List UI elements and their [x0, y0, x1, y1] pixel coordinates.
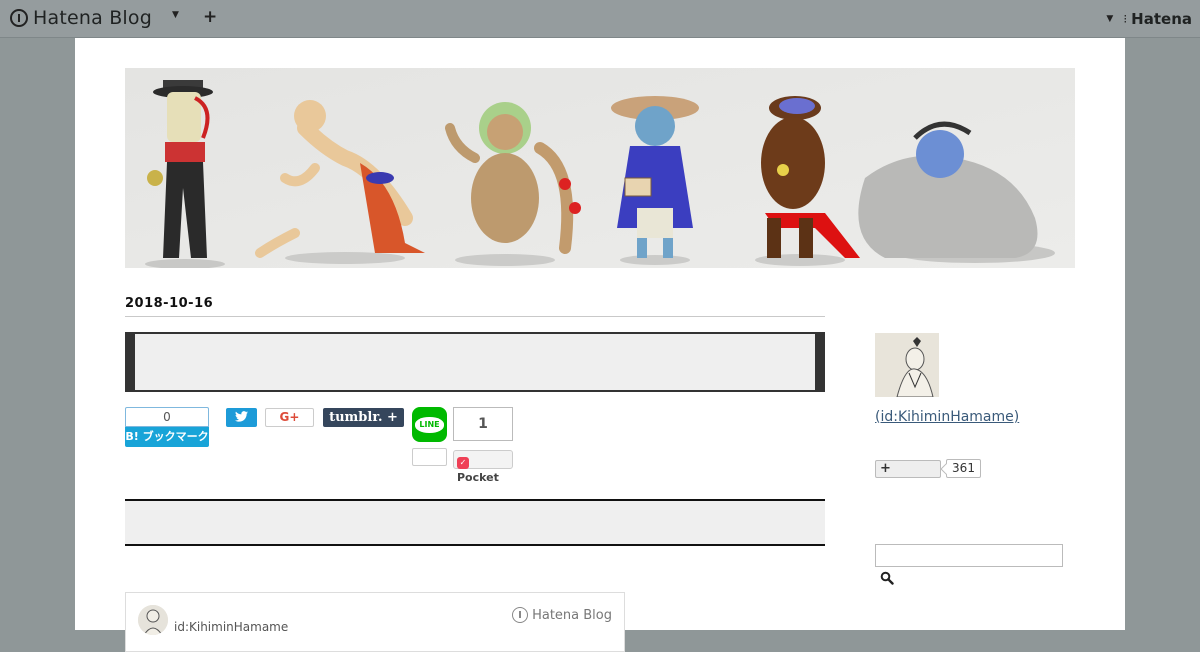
twitter-share-button[interactable] [226, 408, 257, 427]
hatena-blog-logo-icon [512, 607, 529, 623]
add-button[interactable]: + [203, 7, 217, 27]
search-icon[interactable] [880, 571, 894, 585]
author-avatar[interactable] [138, 605, 168, 635]
hatena-menu[interactable]: ▼ ⁝ Hatena [1106, 10, 1192, 28]
twitter-bird-icon [235, 411, 248, 422]
page-container: 2018-10-16 0 B! ブックマーク G+ tumblr. + LINE… [75, 38, 1125, 652]
profile-portrait [875, 333, 939, 397]
author-card[interactable]: id:KihiminHamame Hatena Blog [125, 592, 625, 652]
hatena-label: Hatena [1131, 10, 1192, 28]
blog-header-image[interactable] [125, 68, 1075, 268]
tumblr-share-button[interactable]: tumblr. + [323, 408, 404, 427]
article-title-box [125, 332, 825, 392]
header-illustration [125, 68, 1075, 268]
hatena-blog-badge-text: Hatena Blog [532, 607, 612, 623]
caret-down-icon[interactable]: ▼ [1106, 14, 1113, 24]
search-input[interactable] [875, 544, 1063, 567]
line-share-button[interactable]: LINE [412, 407, 447, 442]
follow-count: 361 [946, 459, 981, 478]
pocket-label: Pocket [457, 471, 499, 484]
date-divider [125, 316, 825, 317]
top-bar: Hatena Blog ▼ + ▼ ⁝ Hatena [0, 0, 1200, 38]
line-count [412, 448, 447, 466]
google-plus-share-button[interactable]: G+ [265, 408, 314, 427]
profile-image[interactable] [875, 333, 939, 397]
article-body-band [125, 499, 825, 546]
hatena-blog-logo[interactable]: Hatena Blog [10, 7, 152, 29]
pocket-count: 1 [453, 407, 513, 441]
pocket-icon: ✓ [457, 457, 469, 469]
hatena-bookmark-count[interactable]: 0 [125, 407, 209, 427]
hatena-bookmark-button[interactable]: B! ブックマーク [125, 427, 209, 447]
article-date[interactable]: 2018-10-16 [125, 296, 213, 311]
author-id[interactable]: id:KihiminHamame [174, 620, 288, 634]
pocket-button[interactable]: ✓ Pocket [453, 450, 513, 484]
follow-button[interactable]: + [875, 460, 941, 478]
caret-down-icon[interactable]: ▼ [172, 10, 179, 20]
hatena-blog-logo-icon [10, 9, 28, 27]
author-portrait [138, 605, 168, 635]
line-label: LINE [415, 417, 444, 433]
profile-id-link[interactable]: (id:KihiminHamame) [875, 409, 1019, 425]
hatena-mark-icon: ⁝ [1123, 12, 1128, 26]
brand-text: Hatena Blog [33, 7, 152, 29]
hatena-blog-badge[interactable]: Hatena Blog [512, 607, 612, 623]
